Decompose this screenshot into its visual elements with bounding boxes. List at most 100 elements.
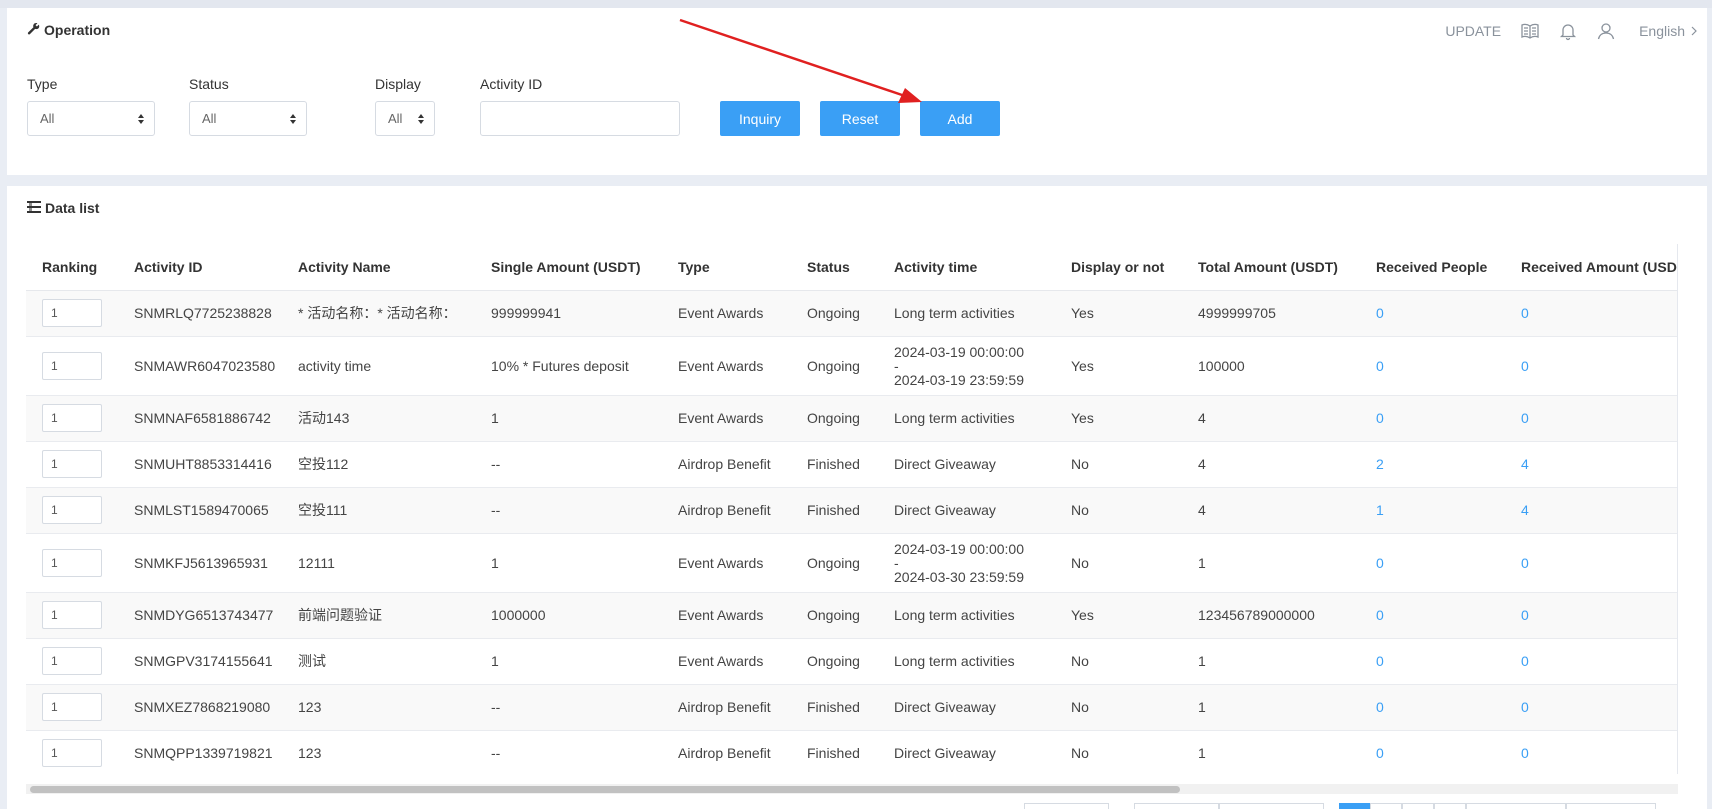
activity-name-cell: 空投111 (282, 487, 475, 534)
activity-id-cell: SNMLST1589470065 (118, 487, 282, 534)
activity-time-cell: Direct Giveaway (878, 441, 1055, 488)
received-amount-link[interactable]: 4 (1505, 441, 1677, 488)
table-header-row: Ranking Activity ID Activity Name Single… (26, 244, 1677, 291)
received-amount-link[interactable]: 0 (1505, 395, 1677, 442)
status-cell: Ongoing (791, 638, 878, 685)
ranking-input[interactable]: 1 (42, 739, 102, 767)
horizontal-scrollbar[interactable] (26, 784, 1678, 794)
received-people-link[interactable]: 0 (1360, 336, 1505, 396)
column-header: Single Amount (USDT) (475, 244, 662, 291)
list-icon (27, 200, 41, 216)
single-amount-cell: 1 (475, 533, 662, 593)
type-cell: Airdrop Benefit (662, 684, 791, 731)
pagination-page[interactable] (1402, 803, 1434, 809)
table-row: 1 SNMLST1589470065 空投111 -- Airdrop Bene… (26, 487, 1677, 534)
ranking-input[interactable]: 1 (42, 548, 102, 577)
pagination-current-page[interactable] (1339, 803, 1370, 809)
ranking-input[interactable]: 1 (42, 404, 102, 432)
chevron-right-icon (1691, 26, 1697, 36)
received-amount-link[interactable]: 0 (1505, 638, 1677, 685)
user-icon[interactable] (1595, 20, 1617, 42)
ranking-input[interactable]: 1 (42, 693, 102, 721)
table-row: 1 SNMDYG6513743477 前端问题验证 1000000 Event … (26, 592, 1677, 639)
display-cell: No (1055, 487, 1182, 534)
update-link[interactable]: UPDATE (1445, 23, 1501, 39)
total-amount-cell: 4 (1182, 441, 1360, 488)
activity-id-cell: SNMXEZ7868219080 (118, 684, 282, 731)
pagination-next[interactable] (1466, 803, 1566, 809)
received-amount-link[interactable]: 0 (1505, 592, 1677, 639)
received-people-link[interactable]: 0 (1360, 638, 1505, 685)
activity-time-cell: Long term activities (878, 592, 1055, 639)
ranking-input[interactable]: 1 (42, 601, 102, 629)
total-amount-cell: 1 (1182, 638, 1360, 685)
received-amount-link[interactable]: 0 (1505, 336, 1677, 396)
pagination-last[interactable] (1566, 803, 1656, 809)
status-cell: Ongoing (791, 336, 878, 396)
reset-button[interactable]: Reset (820, 101, 900, 136)
total-amount-cell: 4 (1182, 487, 1360, 534)
ranking-input[interactable]: 1 (42, 450, 102, 478)
total-amount-cell: 1 (1182, 730, 1360, 774)
pagination-page[interactable] (1370, 803, 1402, 809)
total-amount-cell: 123456789000000 (1182, 592, 1360, 639)
single-amount-cell: -- (475, 441, 662, 488)
received-people-link[interactable]: 0 (1360, 395, 1505, 442)
inquiry-button[interactable]: Inquiry (720, 101, 800, 136)
received-people-link[interactable]: 0 (1360, 290, 1505, 337)
column-header: Received Amount (USDT) (1505, 244, 1677, 291)
activity-id-cell: SNMUHT8853314416 (118, 441, 282, 488)
ranking-input[interactable]: 1 (42, 496, 102, 524)
pagination-page-size[interactable] (1024, 803, 1109, 809)
table-row: 1 SNMKFJ5613965931 12111 1 Event Awards … (26, 533, 1677, 593)
total-amount-cell: 1 (1182, 684, 1360, 731)
display-select[interactable]: All (375, 101, 435, 136)
bell-icon[interactable] (1557, 20, 1579, 42)
ranking-input[interactable]: 1 (42, 351, 102, 380)
type-select[interactable]: All (27, 101, 155, 136)
activity-id-cell: SNMKFJ5613965931 (118, 533, 282, 593)
received-people-link[interactable]: 1 (1360, 487, 1505, 534)
column-header: Status (791, 244, 878, 291)
language-selector[interactable]: English (1639, 23, 1697, 39)
display-cell: No (1055, 730, 1182, 774)
single-amount-cell: 1000000 (475, 592, 662, 639)
type-cell: Event Awards (662, 290, 791, 337)
pagination-first[interactable] (1219, 803, 1324, 809)
received-amount-link[interactable]: 4 (1505, 487, 1677, 534)
total-amount-cell: 4 (1182, 395, 1360, 442)
ranking-input[interactable]: 1 (42, 647, 102, 675)
activity-id-cell: SNMGPV3174155641 (118, 638, 282, 685)
column-header: Received People (1360, 244, 1505, 291)
single-amount-cell: 10% * Futures deposit (475, 336, 662, 396)
received-people-link[interactable]: 0 (1360, 592, 1505, 639)
activity-id-cell: SNMDYG6513743477 (118, 592, 282, 639)
display-cell: Yes (1055, 290, 1182, 337)
scrollbar-thumb[interactable] (30, 786, 1180, 793)
received-people-link[interactable]: 0 (1360, 684, 1505, 731)
received-people-link[interactable]: 0 (1360, 533, 1505, 593)
received-amount-link[interactable]: 0 (1505, 730, 1677, 774)
received-amount-link[interactable]: 0 (1505, 290, 1677, 337)
received-people-link[interactable]: 0 (1360, 730, 1505, 774)
status-cell: Ongoing (791, 290, 878, 337)
pagination-prev[interactable] (1134, 803, 1219, 809)
received-people-link[interactable]: 2 (1360, 441, 1505, 488)
received-amount-link[interactable]: 0 (1505, 684, 1677, 731)
type-cell: Airdrop Benefit (662, 487, 791, 534)
activity-id-label: Activity ID (480, 76, 543, 92)
received-amount-link[interactable]: 0 (1505, 533, 1677, 593)
activity-id-input[interactable] (480, 101, 680, 136)
activity-time-cell: Direct Giveaway (878, 487, 1055, 534)
status-cell: Finished (791, 684, 878, 731)
status-cell: Finished (791, 730, 878, 774)
table-row: 1 SNMXEZ7868219080 123 -- Airdrop Benefi… (26, 684, 1677, 731)
wrench-icon (27, 22, 40, 38)
activity-name-cell: 活动143 (282, 395, 475, 442)
book-icon[interactable] (1519, 20, 1541, 42)
add-button[interactable]: Add (920, 101, 1000, 136)
status-select[interactable]: All (189, 101, 307, 136)
activity-name-cell: 空投112 (282, 441, 475, 488)
pagination-page[interactable] (1434, 803, 1466, 809)
ranking-input[interactable]: 1 (42, 299, 102, 327)
